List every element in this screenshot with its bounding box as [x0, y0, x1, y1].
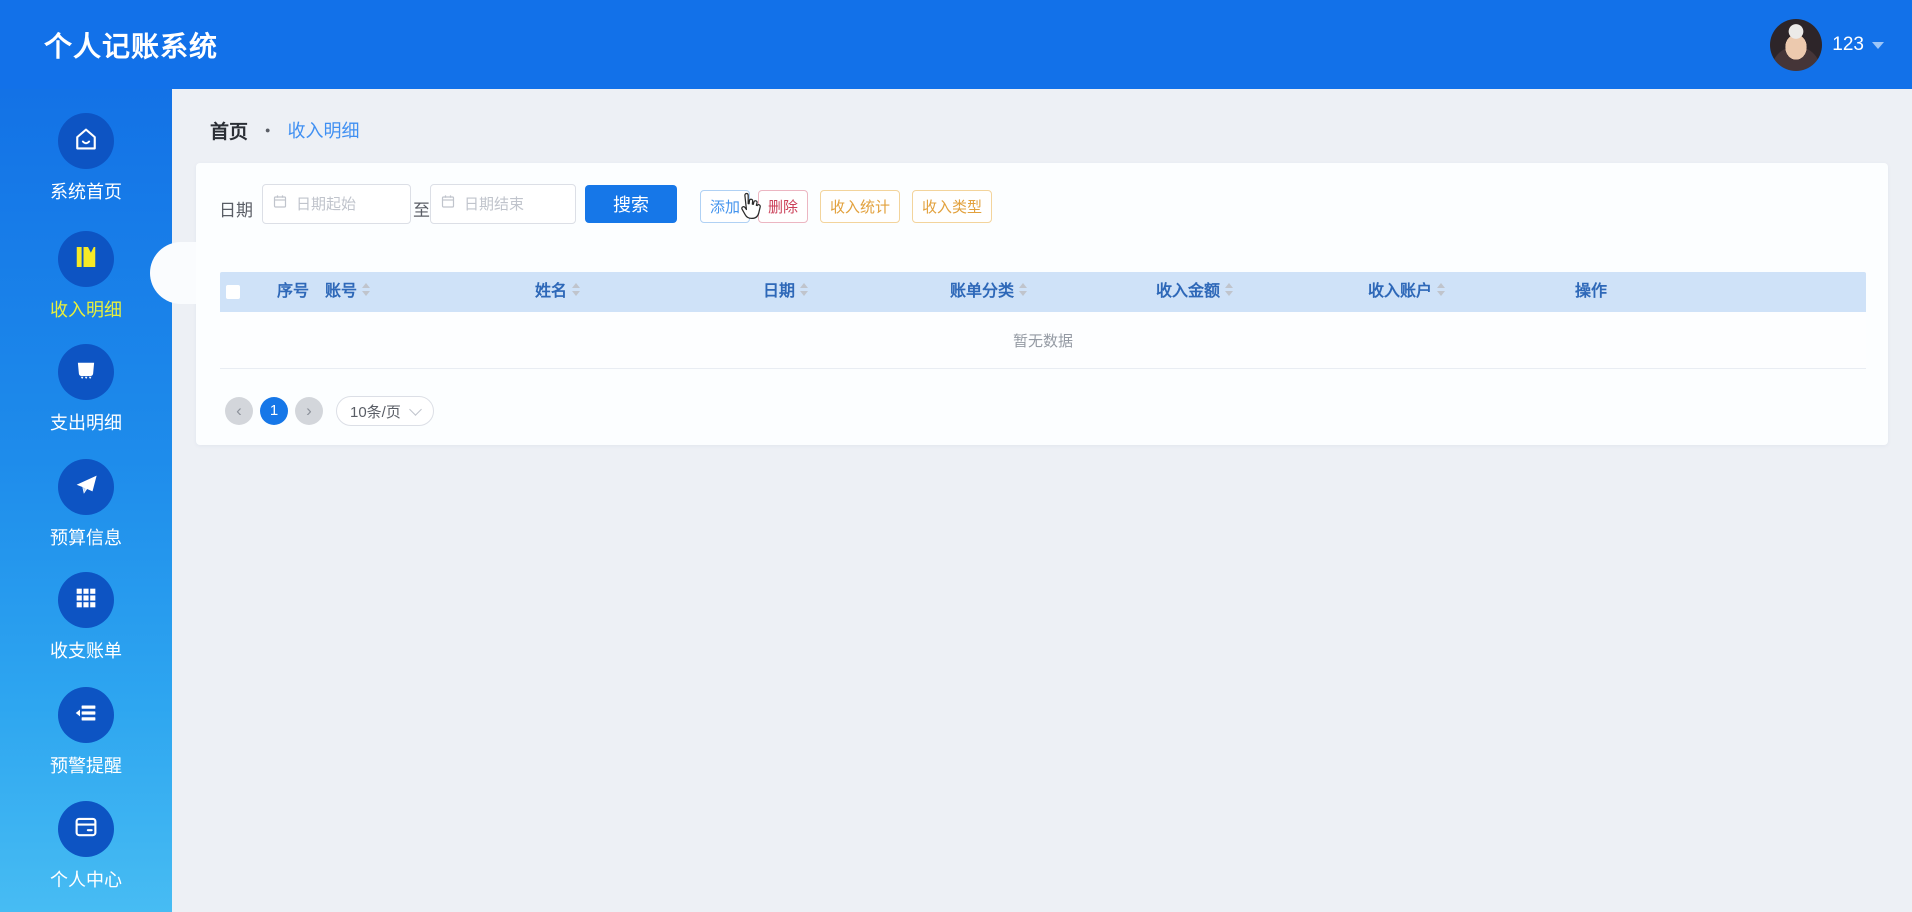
user-menu[interactable]: 123 — [1770, 18, 1884, 71]
sidebar-item-4[interactable]: 预算信息 — [0, 459, 172, 550]
sidebar-item-7[interactable]: 个人中心 — [0, 801, 172, 892]
prev-page-button[interactable]: ‹ — [225, 397, 253, 425]
sidebar-item-6[interactable]: 预警提醒 — [0, 687, 172, 778]
action-button-4[interactable]: 收入类型 — [912, 190, 993, 223]
column-header-label: 姓名 — [535, 283, 568, 300]
sort-icon — [1019, 283, 1028, 297]
chevron-down-icon — [1872, 42, 1884, 49]
content-card: 日期 至 搜索 添加删除收入统计收入类型 — [196, 163, 1888, 445]
column-header-label: 日期 — [763, 283, 796, 300]
sidebar-item-label: 支出明细 — [50, 413, 122, 433]
sidebar-item-bubble — [58, 231, 114, 287]
page-size-select[interactable]: 10条/页 — [336, 396, 434, 426]
column-header-label: 账单分类 — [950, 283, 1015, 300]
empty-state-text: 暂无数据 — [1012, 332, 1073, 350]
next-page-button[interactable]: › — [295, 397, 323, 425]
sort-icon — [1437, 283, 1446, 297]
end-date-field[interactable] — [462, 194, 566, 214]
sidebar-item-bubble — [58, 344, 114, 400]
breadcrumb-separator-icon: ● — [265, 125, 271, 135]
date-filter-label: 日期 — [219, 201, 253, 220]
sidebar-item-1[interactable]: 系统首页 — [0, 113, 172, 204]
app-root: 个人记账系统 123 系统首页 收入明细 支出明细 预算信息 收支账单 预警提醒… — [0, 0, 1912, 912]
column-header-8[interactable]: 操作 — [1575, 272, 1620, 312]
sidebar-item-bubble — [58, 459, 114, 515]
home-icon — [71, 124, 101, 159]
sidebar-item-bubble — [58, 687, 114, 743]
chevron-down-icon — [408, 402, 422, 416]
sidebar: 系统首页 收入明细 支出明细 预算信息 收支账单 预警提醒 个人中心 — [0, 89, 172, 912]
grid-icon — [72, 584, 100, 617]
column-header-label: 收入账户 — [1368, 283, 1433, 300]
column-header-7[interactable]: 收入账户 — [1368, 272, 1446, 312]
column-header-5[interactable]: 账单分类 — [950, 272, 1028, 312]
sidebar-item-label: 预警提醒 — [50, 756, 122, 776]
breadcrumb: 首页 ● 收入明细 — [210, 115, 359, 145]
column-header-3[interactable]: 姓名 — [535, 272, 581, 312]
action-button-1[interactable]: 添加 — [700, 190, 751, 223]
calendar-icon — [273, 194, 287, 214]
main-content: 首页 ● 收入明细 日期 至 搜索 添加删除收入统计收 — [172, 89, 1912, 912]
breadcrumb-current[interactable]: 收入明细 — [287, 117, 359, 143]
table-empty-row: 暂无数据 — [220, 312, 1866, 369]
pagination: ‹ 1 › 10条/页 — [225, 396, 434, 426]
ledger-icon — [71, 242, 101, 277]
wallet-icon — [71, 355, 101, 390]
user-avatar[interactable] — [1770, 18, 1823, 71]
action-button-2[interactable]: 删除 — [758, 190, 809, 223]
income-table: 序号 账号 姓名 日期 账单分类 收入金额 收入账户 操作 暂无数据 — [220, 272, 1866, 369]
sort-icon — [1225, 283, 1234, 297]
action-button-3[interactable]: 收入统计 — [820, 190, 901, 223]
bill-card-icon — [71, 812, 101, 847]
table-header-row: 序号 账号 姓名 日期 账单分类 收入金额 收入账户 操作 — [220, 272, 1866, 312]
column-header-1[interactable]: 序号 — [277, 272, 322, 312]
list-arrow-icon — [71, 698, 101, 733]
column-header-2[interactable]: 账号 — [325, 272, 371, 312]
column-header-label: 序号 — [277, 283, 310, 300]
start-date-input[interactable] — [262, 184, 411, 224]
paper-plane-icon — [71, 470, 101, 505]
page-size-value: 10条/页 — [350, 403, 401, 421]
sidebar-item-label: 收支账单 — [50, 641, 122, 661]
page-1-button[interactable]: 1 — [260, 397, 288, 425]
sidebar-item-bubble — [58, 572, 114, 628]
start-date-field[interactable] — [294, 194, 398, 214]
sidebar-item-label: 系统首页 — [50, 182, 122, 202]
sidebar-item-bubble — [58, 113, 114, 169]
sidebar-item-label: 预算信息 — [50, 528, 122, 548]
sidebar-item-label: 收入明细 — [50, 300, 122, 320]
sidebar-item-label: 个人中心 — [50, 870, 122, 890]
breadcrumb-home[interactable]: 首页 — [210, 117, 248, 144]
calendar-icon — [441, 194, 455, 214]
column-header-label: 操作 — [1575, 283, 1608, 300]
search-button[interactable]: 搜索 — [585, 185, 677, 223]
app-title: 个人记账系统 — [44, 30, 219, 62]
column-header-4[interactable]: 日期 — [763, 272, 809, 312]
sidebar-item-5[interactable]: 收支账单 — [0, 572, 172, 663]
end-date-input[interactable] — [430, 184, 576, 224]
sidebar-item-bubble — [58, 801, 114, 857]
sidebar-item-2[interactable]: 收入明细 — [0, 231, 172, 322]
date-range-to-label: 至 — [413, 201, 430, 220]
column-header-label: 收入金额 — [1156, 283, 1221, 300]
select-all-checkbox[interactable] — [226, 285, 240, 299]
app-header: 个人记账系统 123 — [0, 0, 1912, 89]
column-header-6[interactable]: 收入金额 — [1156, 272, 1234, 312]
sort-icon — [362, 283, 371, 297]
sort-icon — [572, 283, 581, 297]
sidebar-item-3[interactable]: 支出明细 — [0, 344, 172, 435]
username: 123 — [1832, 33, 1864, 55]
column-header-label: 账号 — [325, 283, 358, 300]
action-buttons: 添加 删除 收入统计 收入类型 — [700, 190, 1000, 223]
sort-icon — [800, 283, 809, 297]
